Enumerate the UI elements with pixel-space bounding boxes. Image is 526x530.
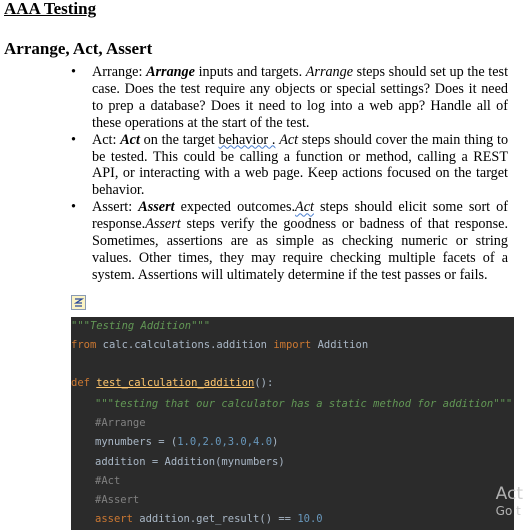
bullet-term: Act — [279, 131, 299, 148]
code-line: def test_calculation_addition(): — [71, 377, 273, 389]
code-keyword: def — [71, 377, 90, 389]
bullet-text: inputs and targets. — [194, 64, 306, 80]
bullet-icon: • — [71, 64, 76, 80]
bullet-label: Assert: — [92, 199, 133, 216]
bullet-term: Arrange — [305, 64, 354, 80]
code-text: = ( — [151, 436, 178, 448]
bullet-text: on the target — [139, 131, 219, 148]
document-title: AAA Testing — [4, 0, 97, 18]
bullet-icon: • — [71, 199, 76, 216]
bullet-term: Assert — [138, 199, 175, 216]
code-text: Addition — [311, 339, 369, 351]
code-number: 1.0,2.0,3.0,4.0 — [177, 436, 273, 448]
code-line: assert addition.get_result() == 10.0 — [71, 513, 323, 525]
code-number: 10.0 — [297, 513, 323, 525]
watermark-line: Go t — [495, 504, 521, 518]
code-line: mynumbers = (1.0,2.0,3.0,4.0) — [71, 436, 278, 448]
code-line: addition = Addition(mynumbers) — [95, 456, 285, 468]
bullet-label: Arrange: — [92, 64, 143, 80]
bullet-term: Act — [295, 199, 314, 216]
code-text: mynumbers — [95, 436, 152, 448]
code-keyword: assert — [95, 513, 133, 525]
code-screenshot: """Testing Addition""" from calc.calcula… — [71, 317, 514, 530]
code-keyword: import — [273, 339, 312, 351]
code-line: """Testing Addition""" — [71, 320, 211, 332]
paste-options-icon[interactable] — [71, 295, 86, 310]
bullet-term: Arrange — [146, 64, 195, 80]
behavior-link[interactable]: behavior . — [219, 132, 276, 148]
bullet-label: Act: — [92, 131, 117, 148]
code-keyword: from — [71, 339, 97, 351]
activation-watermark: Act Go t — [496, 484, 523, 519]
code-line: #Assert — [95, 494, 140, 506]
code-function: test_calculation_addition — [96, 377, 255, 389]
code-line: """testing that our calculator has a sta… — [95, 398, 513, 410]
bullet-text: expected outcomes. — [174, 199, 296, 216]
code-line: #Arrange — [95, 417, 146, 429]
bullet-term: Act — [120, 131, 140, 148]
list-item: • Arrange: Arrange inputs and targets. A… — [68, 64, 508, 132]
list-item: • Act: Act on the target behavior . Act … — [68, 132, 508, 200]
watermark-line: Act — [495, 484, 523, 504]
code-line: from calc.calculations.addition import A… — [71, 339, 368, 351]
paste-options-glyph — [73, 298, 85, 307]
bullet-icon: • — [71, 131, 76, 148]
bullet-list: • Arrange: Arrange inputs and targets. A… — [68, 64, 508, 284]
bullet-term: Assert — [145, 216, 181, 233]
code-text: calc.calculations.addition — [96, 339, 274, 351]
section-heading: Arrange, Act, Assert — [4, 39, 153, 58]
code-line: #Act — [95, 475, 121, 487]
list-item: • Assert: Assert expected outcomes.Act s… — [68, 199, 508, 284]
code-text: ) — [272, 436, 279, 448]
code-text: (): — [254, 377, 274, 389]
code-text: addition.get_result() == — [132, 513, 298, 525]
